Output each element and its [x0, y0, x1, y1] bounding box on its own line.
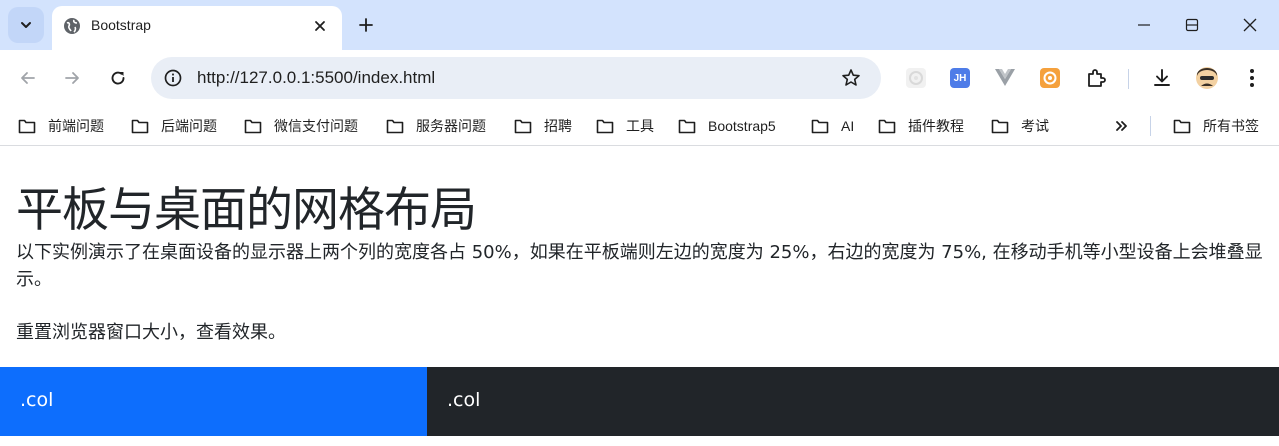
vue-icon — [995, 69, 1015, 86]
folder-icon — [678, 119, 696, 133]
info-icon — [164, 69, 182, 87]
extension-orange-icon — [1040, 68, 1060, 88]
page-content: 平板与桌面的网格布局 以下实例演示了在桌面设备的显示器上两个列的宽度各占 50%… — [0, 147, 1279, 446]
arrow-right-icon — [65, 72, 79, 84]
instruction-paragraph: 重置浏览器窗口大小，查看效果。 — [16, 322, 286, 343]
puzzle-icon — [1088, 69, 1106, 87]
minimize-icon — [1138, 24, 1150, 26]
globe-icon — [64, 18, 80, 34]
column-label: .col — [447, 389, 481, 411]
tab-strip: Bootstrap — [0, 0, 1279, 50]
bookmark-folder[interactable]: 后端问题 — [131, 116, 217, 136]
bookmark-star-button[interactable] — [837, 64, 865, 92]
grid-row: .col .col — [0, 367, 1279, 436]
tab-close-button[interactable] — [308, 14, 332, 38]
bookmark-folder[interactable]: 插件教程 — [878, 116, 964, 136]
extension-vue-devtools-button[interactable] — [993, 66, 1017, 90]
description-paragraph: 以下实例演示了在桌面设备的显示器上两个列的宽度各占 50%，如果在平板端则左边的… — [16, 242, 1263, 290]
bookmark-label: 前端问题 — [48, 118, 104, 134]
avatar — [1196, 67, 1218, 89]
window-close-button[interactable] — [1230, 8, 1270, 42]
maximize-icon — [1185, 18, 1199, 32]
more-vertical-icon — [1250, 69, 1254, 87]
address-bar[interactable]: http://127.0.0.1:5500/index.html — [151, 57, 881, 99]
folder-icon — [1173, 119, 1191, 133]
reload-icon — [111, 71, 125, 85]
bookmarks-overflow-button[interactable] — [1110, 114, 1134, 138]
extension-orange-button[interactable] — [1038, 66, 1062, 90]
bookmark-folder[interactable]: AI — [811, 116, 854, 136]
forward-button[interactable] — [56, 62, 88, 94]
reload-button[interactable] — [102, 62, 134, 94]
bookmark-folder[interactable]: 服务器问题 — [386, 116, 486, 136]
bookmark-folder[interactable]: Bootstrap5 — [678, 116, 776, 136]
bookmarks-divider — [1150, 116, 1151, 136]
bookmarks-bar: 前端问题 后端问题 微信支付问题 服务器问题 招聘 工具 Bootstrap5 … — [0, 106, 1279, 146]
bookmark-label: 工具 — [626, 118, 654, 134]
folder-icon — [386, 119, 404, 133]
window-minimize-button[interactable] — [1124, 8, 1164, 42]
grid-column-primary: .col — [0, 367, 427, 436]
profile-avatar-button[interactable] — [1195, 66, 1219, 90]
grid-column-dark: .col — [427, 367, 1279, 436]
extension-flower-icon — [906, 68, 926, 88]
plus-icon — [359, 18, 373, 32]
bookmark-folder[interactable]: 招聘 — [514, 116, 572, 136]
star-icon — [842, 69, 860, 86]
bookmark-folder[interactable]: 考试 — [991, 116, 1049, 136]
bookmark-label: 招聘 — [544, 118, 572, 134]
arrow-left-icon — [21, 72, 35, 84]
folder-icon — [131, 119, 149, 133]
folder-icon — [18, 119, 36, 133]
extension-1-button[interactable] — [904, 66, 928, 90]
bookmark-folder[interactable]: 前端问题 — [18, 116, 104, 136]
close-icon — [1243, 18, 1257, 32]
folder-icon — [991, 119, 1009, 133]
double-chevron-right-icon — [1116, 121, 1127, 131]
chevron-down-icon — [21, 22, 31, 28]
download-icon — [1154, 69, 1170, 86]
close-icon — [315, 21, 325, 31]
folder-icon — [596, 119, 614, 133]
tab-search-button[interactable] — [8, 7, 44, 43]
window-maximize-button[interactable] — [1172, 8, 1212, 42]
bookmark-label: 插件教程 — [908, 118, 964, 134]
all-bookmarks-label: 所有书签 — [1203, 118, 1259, 134]
new-tab-button[interactable] — [352, 11, 380, 39]
browser-toolbar: http://127.0.0.1:5500/index.html JH — [0, 50, 1279, 106]
tab-title: Bootstrap — [91, 17, 151, 33]
url-text: http://127.0.0.1:5500/index.html — [197, 68, 436, 87]
all-bookmarks-folder[interactable]: 所有书签 — [1173, 116, 1259, 136]
bookmark-label: 后端问题 — [161, 118, 217, 134]
column-label: .col — [20, 389, 54, 411]
extension-jh-button[interactable]: JH — [950, 68, 970, 88]
bookmark-label: Bootstrap5 — [708, 118, 776, 134]
folder-icon — [244, 119, 262, 133]
active-tab[interactable]: Bootstrap — [52, 6, 342, 50]
bookmark-label: AI — [841, 118, 855, 134]
folder-icon — [811, 119, 829, 133]
site-info-button[interactable] — [159, 64, 187, 92]
back-button[interactable] — [12, 62, 44, 94]
folder-icon — [514, 119, 532, 133]
bookmark-folder[interactable]: 工具 — [596, 116, 654, 136]
extensions-menu-button[interactable] — [1084, 66, 1108, 90]
bookmark-label: 考试 — [1021, 118, 1049, 134]
browser-menu-button[interactable] — [1240, 66, 1264, 90]
toolbar-divider — [1128, 69, 1129, 89]
page-heading: 平板与桌面的网格布局 — [16, 183, 477, 238]
downloads-button[interactable] — [1150, 66, 1174, 90]
bookmark-label: 服务器问题 — [416, 118, 486, 134]
extension-jh-label: JH — [953, 72, 967, 84]
bookmark-folder[interactable]: 微信支付问题 — [244, 116, 358, 136]
folder-icon — [878, 119, 896, 133]
bookmark-label: 微信支付问题 — [274, 118, 358, 134]
